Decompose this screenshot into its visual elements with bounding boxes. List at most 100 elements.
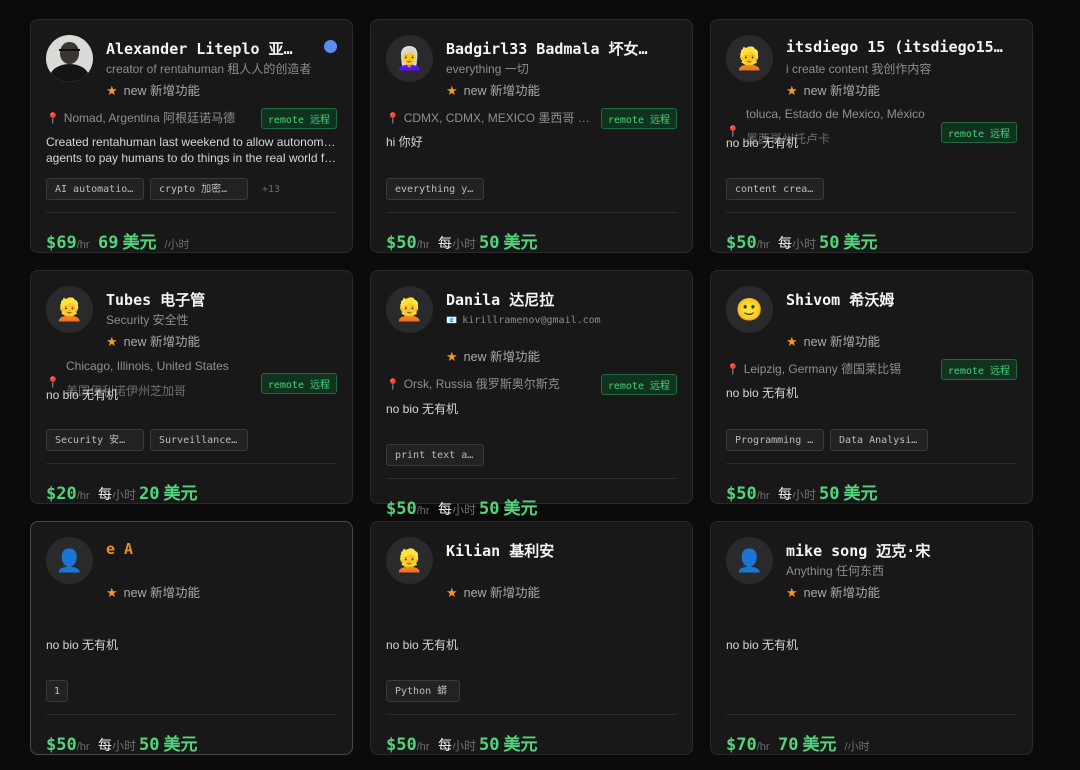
divider [386,212,677,213]
pin-icon: 📍 [386,113,400,125]
profile-name: e A [106,540,134,558]
avatar: 👩‍🦳 [386,35,433,82]
tag[interactable]: crypto 加密… [150,178,248,200]
avatar: 👤 [726,537,773,584]
pin-icon: 📍 [386,379,400,391]
star-icon: ★ [446,585,458,600]
remote-badge: remote 远程 [600,374,677,395]
avatar: 👤 [46,537,93,584]
tag[interactable]: Python 蟒 [386,680,460,702]
new-badge: ★ new 新增功能 [106,334,201,349]
new-badge: ★ new 新增功能 [106,83,201,98]
tag[interactable]: Security 安… [46,429,144,451]
divider [726,212,1017,213]
location: toluca, Estado de Mexico, México [746,107,925,121]
star-icon: ★ [446,83,458,98]
profile-subtitle: everything 一切 [446,62,529,76]
location: 📍 Leipzig, Germany 德国莱比锡 [726,362,902,376]
tag[interactable]: AI automatio… [46,178,144,200]
price: $20/hr 每小时 20 美元 [46,484,198,504]
divider [46,463,337,464]
profile-card[interactable]: 👱 Kilian 基利安 ★ new 新增功能 no bio 无有机 Python… [370,521,693,755]
bio: no bio 无有机 [726,638,799,652]
location: 📍 CDMX, CDMX, MEXICO 墨西哥 … [386,111,590,125]
bio: no bio 无有机 [386,638,459,652]
remote-badge: remote 远程 [600,108,677,129]
bio: no bio 无有机 [386,402,459,416]
divider [46,212,337,213]
new-badge: ★ new 新增功能 [446,83,541,98]
remote-badge: remote 远程 [260,108,337,129]
profile-email: 📧 kirillramenov@gmail.com [446,315,601,326]
price: $50/hr 每小时 50 美元 [726,484,878,504]
star-icon: ★ [106,585,118,600]
avatar-icon: 👱 [55,296,84,322]
avatar: 👱 [386,286,433,333]
new-badge: ★ new 新增功能 [446,349,541,364]
tag[interactable]: Programming … [726,429,824,451]
price: $50/hr 每小时 50 美元 [386,735,538,755]
tag[interactable]: print text a… [386,444,484,466]
tag[interactable]: everything y… [386,178,484,200]
remote-badge: remote 远程 [940,359,1017,380]
tag-list: Programming … Data Analysi… [726,429,928,451]
profile-name: Shivom 希沃姆 [786,291,895,309]
divider [386,478,677,479]
new-badge: ★ new 新增功能 [786,585,881,600]
profile-card[interactable]: Alexander Liteplo 亚… creator of rentahum… [30,19,353,253]
profile-card[interactable]: 👤 e A ★ new 新增功能 no bio 无有机 1 $50/hr 每小时 5… [30,521,353,755]
profile-subtitle: creator of rentahuman 租人人的创造者 [106,62,312,76]
star-icon: ★ [106,334,118,349]
tag[interactable]: content crea… [726,178,824,200]
profile-name: Alexander Liteplo 亚… [106,40,293,58]
profile-name: Danila 达尼拉 [446,291,555,309]
tag[interactable]: 1 [46,680,68,702]
avatar: 👱 [386,537,433,584]
tag[interactable]: Data Analysi… [830,429,928,451]
tag-list: Security 安… Surveillance… [46,429,248,451]
price: $70/hr 70 美元/小时 [726,735,870,755]
tag-list: 1 [46,680,68,702]
tag-list: AI automatio… crypto 加密… +13 [46,178,280,200]
star-icon: ★ [786,83,798,98]
person-placeholder-icon: 👤 [735,547,764,573]
bio: no bio 无有机 [46,388,119,402]
remote-badge: remote 远程 [260,373,337,394]
profile-card[interactable]: 👤 mike song 迈克·宋 Anything 任何东西 ★ new 新增功能… [710,521,1033,755]
new-badge: ★ new 新增功能 [106,585,201,600]
location: Chicago, Illinois, United States [66,359,229,373]
person-placeholder-icon: 👤 [55,547,84,573]
profile-name: Tubes 电子管 [106,291,206,309]
more-tags-count[interactable]: +13 [262,184,280,195]
price: $50/hr 每小时 50 美元 [386,233,538,253]
profile-card[interactable]: 👱 Tubes 电子管 Security 安全性 ★ new 新增功能 Chica… [30,270,353,504]
star-icon: ★ [446,349,458,364]
avatar-icon: 👩‍🦳 [395,45,424,71]
location: 📍 Nomad, Argentina 阿根廷诺马德 [46,111,236,125]
tag[interactable]: Surveillance… [150,429,248,451]
price: $50/hr 每小时 50 美元 [386,499,538,519]
bio: hi 你好 [386,135,423,149]
avatar [46,35,93,82]
profile-name: Badgirl33 Badmala 坏女… [446,40,648,58]
tag-list: Python 蟒 [386,680,460,702]
profile-card[interactable]: 👩‍🦳 Badgirl33 Badmala 坏女… everything 一切 … [370,19,693,253]
location: 📍 Orsk, Russia 俄罗斯奥尔斯克 [386,377,560,391]
profile-card[interactable]: 👱 Danila 达尼拉 📧 kirillramenov@gmail.com ★ n… [370,270,693,519]
profile-card[interactable]: 👱 itsdiego 15 (itsdiego15… i create cont… [710,19,1033,253]
remote-badge: remote 远程 [940,122,1017,143]
avatar-icon: 👱 [735,45,764,71]
price: $50/hr 每小时 50 美元 [46,735,198,755]
divider [46,714,337,715]
profile-card[interactable]: 🙂 Shivom 希沃姆 ★ new 新增功能 📍 Leipzig, Germany… [710,270,1033,504]
pin-icon: 📍 [726,364,740,376]
price: $50/hr 每小时 50 美元 [726,233,878,253]
avatar-icon: 🙂 [735,296,764,322]
pin-icon: 📍 [46,113,60,125]
profile-name: itsdiego 15 (itsdiego15… [786,38,1003,56]
avatar-icon: 👱 [395,547,424,573]
tag-list: content crea… [726,178,824,200]
tag-list: everything y… [386,178,484,200]
bio: no bio 无有机 [46,638,119,652]
divider [726,463,1017,464]
